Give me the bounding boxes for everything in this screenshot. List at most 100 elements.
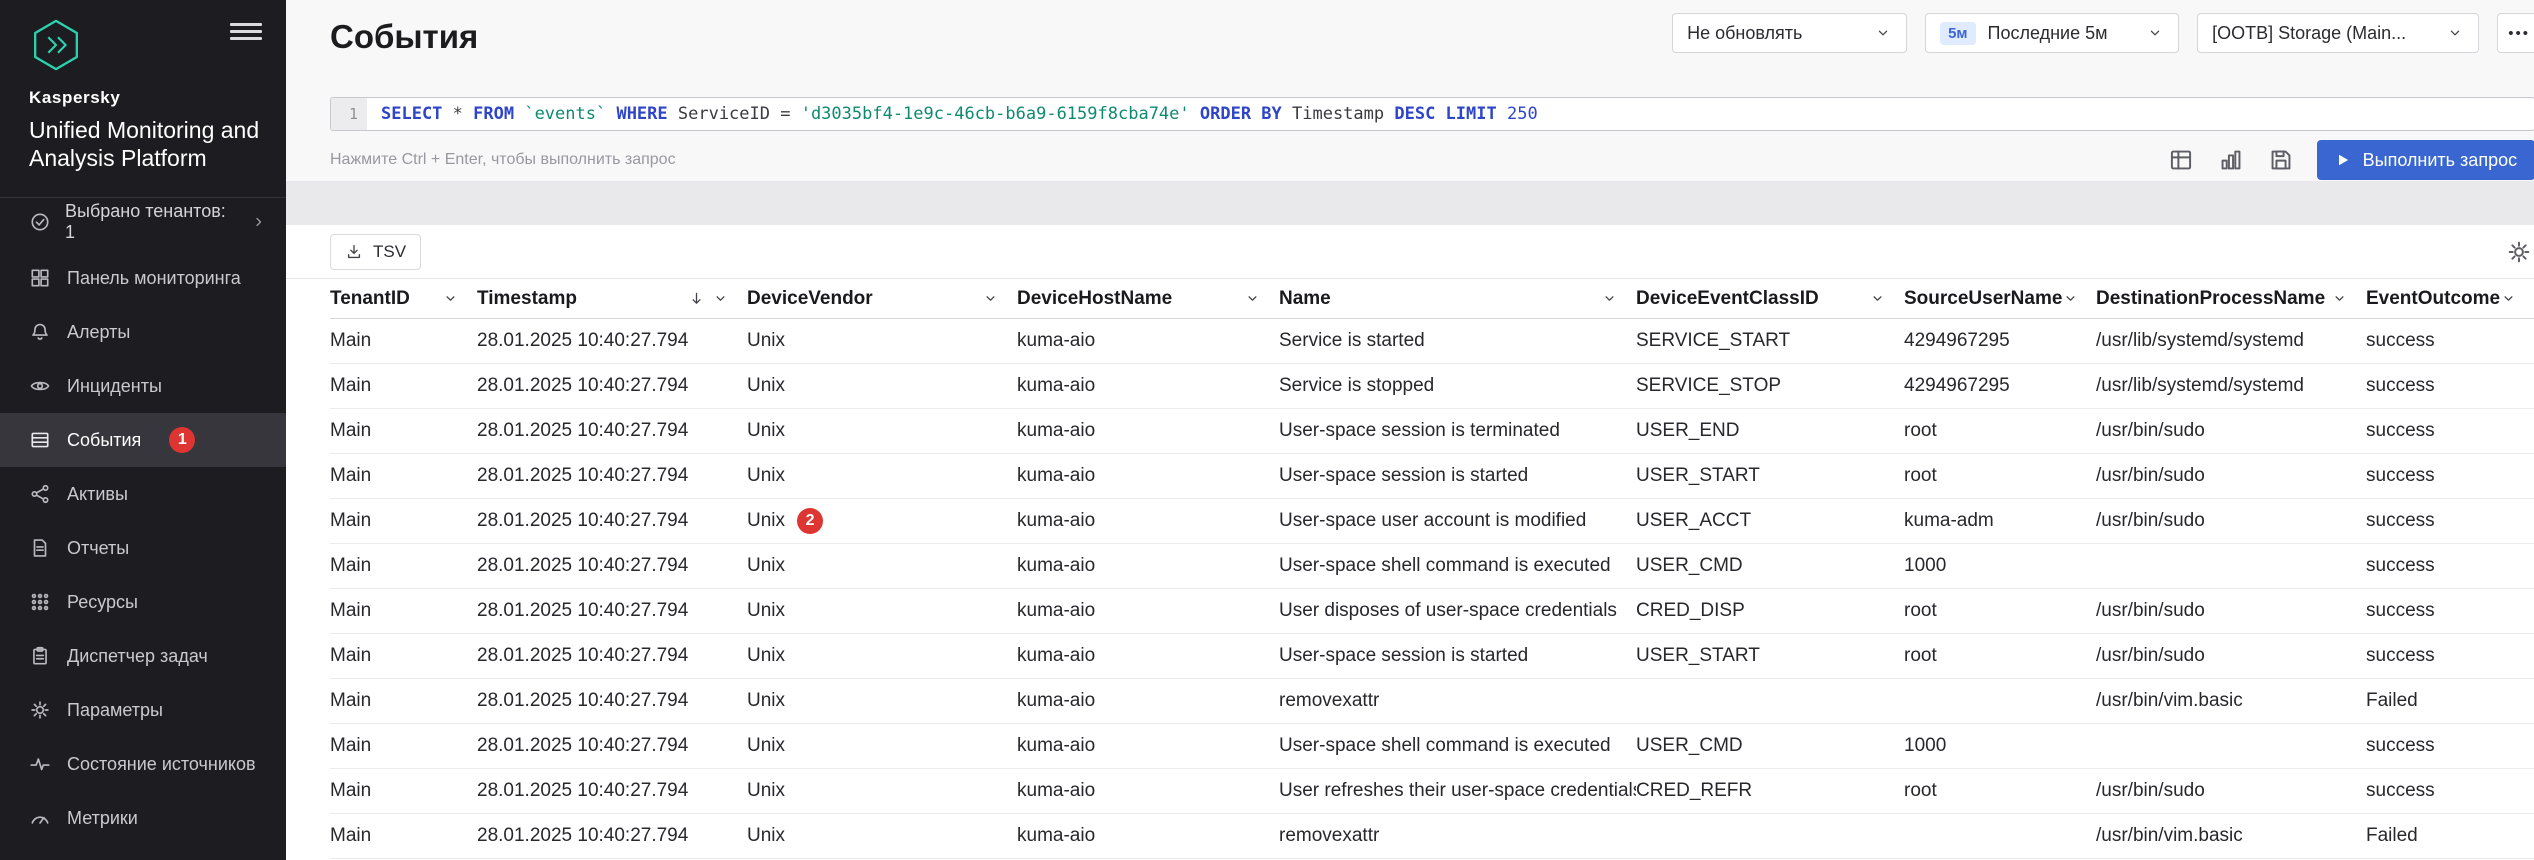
sidebar-item-label: Инциденты xyxy=(67,376,162,397)
table-row[interactable]: Main28.01.2025 10:40:27.794Unixkuma-aioS… xyxy=(330,319,2534,364)
cell-sourceusername: 1000 xyxy=(1904,735,2096,757)
sidebar-item-label: Состояние источников xyxy=(67,754,256,775)
tenant-selector[interactable]: Выбрано тенантов: 1 xyxy=(0,197,286,245)
column-header-label: DeviceEventClassID xyxy=(1636,288,1819,310)
header-controls: Не обновлять 5м Последние 5м [OOTB] Stor… xyxy=(1672,13,2534,53)
sidebar-item-events[interactable]: События1 xyxy=(0,413,286,467)
cell-text: Main xyxy=(330,555,371,577)
column-header-name[interactable]: Name xyxy=(1279,288,1636,310)
tenant-selector-label: Выбрано тенантов: 1 xyxy=(65,201,236,243)
cell-text: 28.01.2025 10:40:27.794 xyxy=(477,375,688,397)
events-icon xyxy=(29,429,51,451)
table-row[interactable]: Main28.01.2025 10:40:27.794Unixkuma-aioU… xyxy=(330,634,2534,679)
cell-eventoutcome: success xyxy=(2366,600,2534,622)
cell-name: User-space session is started xyxy=(1279,465,1636,487)
cell-devicevendor: Unix xyxy=(747,555,1017,577)
cell-text: Unix xyxy=(747,375,785,397)
hamburger-menu-button[interactable] xyxy=(230,18,262,44)
more-options-button[interactable]: ••• xyxy=(2497,13,2534,53)
sidebar-item-settings[interactable]: Параметры xyxy=(0,683,286,737)
cell-timestamp: 28.01.2025 10:40:27.794 xyxy=(477,510,747,532)
cell-eventoutcome: success xyxy=(2366,330,2534,352)
cell-text: Unix xyxy=(747,690,785,712)
gear-icon xyxy=(2506,239,2532,265)
column-header-icons xyxy=(2062,290,2079,307)
chevron-down-icon xyxy=(2146,24,2164,42)
sidebar-item-task-manager[interactable]: Диспетчер задач xyxy=(0,629,286,683)
reports-icon xyxy=(29,537,51,559)
sidebar-item-source-status[interactable]: Состояние источников xyxy=(0,737,286,791)
column-header-destinationprocessname[interactable]: DestinationProcessName xyxy=(2096,288,2366,310)
cell-deviceeventclassid: USER_ACCT xyxy=(1636,510,1904,532)
save-query-button[interactable] xyxy=(2267,146,2295,174)
cell-devicevendor: Unix xyxy=(747,825,1017,847)
table-row[interactable]: Main28.01.2025 10:40:27.794Unixkuma-aioU… xyxy=(330,409,2534,454)
cell-name: User-space session is started xyxy=(1279,645,1636,667)
cell-text: 1000 xyxy=(1904,555,1946,577)
sidebar-item-metrics[interactable]: Метрики xyxy=(0,791,286,845)
cell-text: /usr/bin/sudo xyxy=(2096,780,2205,802)
period-badge: 5м xyxy=(1940,22,1975,45)
cell-timestamp: 28.01.2025 10:40:27.794 xyxy=(477,645,747,667)
sidebar-item-dashboard[interactable]: Панель мониторинга xyxy=(0,251,286,305)
export-tsv-button[interactable]: TSV xyxy=(330,234,421,270)
table-row[interactable]: Main28.01.2025 10:40:27.794Unixkuma-aioU… xyxy=(330,724,2534,769)
sidebar: Kaspersky Unified Monitoring and Analysi… xyxy=(0,0,286,860)
cell-destinationprocessname: /usr/bin/vim.basic xyxy=(2096,690,2366,712)
column-header-devicehostname[interactable]: DeviceHostName xyxy=(1017,288,1279,310)
cell-text: root xyxy=(1904,780,1937,802)
sidebar-item-reports[interactable]: Отчеты xyxy=(0,521,286,575)
table-row[interactable]: Main28.01.2025 10:40:27.794Unixkuma-aior… xyxy=(330,679,2534,724)
cell-tenantid: Main xyxy=(330,735,477,757)
sidebar-item-label: Диспетчер задач xyxy=(67,646,208,667)
sql-query-text: SELECT * FROM `events` WHERE ServiceID =… xyxy=(367,98,1538,130)
column-header-deviceeventclassid[interactable]: DeviceEventClassID xyxy=(1636,288,1904,310)
period-select[interactable]: 5м Последние 5м xyxy=(1925,13,2179,53)
cell-deviceeventclassid: CRED_DISP xyxy=(1636,600,1904,622)
column-header-icons xyxy=(2500,290,2517,307)
column-header-eventoutcome[interactable]: EventOutcome xyxy=(2366,288,2534,310)
storage-select[interactable]: [OOTB] Storage (Main... xyxy=(2197,13,2479,53)
cell-eventoutcome: success xyxy=(2366,780,2534,802)
cell-text: /usr/bin/sudo xyxy=(2096,510,2205,532)
download-icon xyxy=(345,243,363,261)
cell-text: success xyxy=(2366,330,2435,352)
cell-text: Main xyxy=(330,600,371,622)
table-row[interactable]: Main28.01.2025 10:40:27.794Unixkuma-aioU… xyxy=(330,769,2534,814)
pivot-table-button[interactable] xyxy=(2167,146,2195,174)
refresh-select[interactable]: Не обновлять xyxy=(1672,13,1907,53)
cell-deviceeventclassid: USER_START xyxy=(1636,645,1904,667)
table-row[interactable]: Main28.01.2025 10:40:27.794Unixkuma-aior… xyxy=(330,814,2534,859)
column-header-devicevendor[interactable]: DeviceVendor xyxy=(747,288,1017,310)
table-row[interactable]: Main28.01.2025 10:40:27.794Unixkuma-aioU… xyxy=(330,589,2534,634)
column-header-tenantid[interactable]: TenantID xyxy=(330,288,477,310)
sidebar-item-alerts[interactable]: Алерты xyxy=(0,305,286,359)
column-header-timestamp[interactable]: Timestamp xyxy=(477,288,747,310)
sidebar-item-incidents[interactable]: Инциденты xyxy=(0,359,286,413)
cell-timestamp: 28.01.2025 10:40:27.794 xyxy=(477,375,747,397)
sidebar-item-assets[interactable]: Активы xyxy=(0,467,286,521)
chevron-down-icon xyxy=(442,290,459,307)
column-header-sourceusername[interactable]: SourceUserName xyxy=(1904,288,2096,310)
table-row[interactable]: Main28.01.2025 10:40:27.794Unixkuma-aioU… xyxy=(330,544,2534,589)
cell-text: Main xyxy=(330,330,371,352)
sidebar-item-resources[interactable]: Ресурсы xyxy=(0,575,286,629)
table-row[interactable]: Main28.01.2025 10:40:27.794Unixkuma-aioU… xyxy=(330,454,2534,499)
cell-text: root xyxy=(1904,645,1937,667)
column-header-label: Name xyxy=(1279,288,1331,310)
cell-destinationprocessname: /usr/lib/systemd/systemd xyxy=(2096,375,2366,397)
chevron-down-icon xyxy=(1601,290,1618,307)
cell-text: Failed xyxy=(2366,690,2418,712)
cell-text: kuma-aio xyxy=(1017,330,1095,352)
callout-badge: 2 xyxy=(797,508,823,534)
chevron-down-icon xyxy=(1244,290,1261,307)
sidebar-nav: Панель мониторингаАлерты Инциденты События… xyxy=(0,251,286,845)
sql-query-input[interactable]: 1 SELECT * FROM `events` WHERE ServiceID… xyxy=(330,97,2534,131)
run-query-button[interactable]: Выполнить запрос xyxy=(2317,140,2534,180)
table-row[interactable]: Main28.01.2025 10:40:27.794Unix2kuma-aio… xyxy=(330,499,2534,544)
table-settings-button[interactable] xyxy=(2503,236,2534,268)
cell-text: /usr/bin/sudo xyxy=(2096,645,2205,667)
table-row[interactable]: Main28.01.2025 10:40:27.794Unixkuma-aioS… xyxy=(330,364,2534,409)
histogram-button[interactable] xyxy=(2217,146,2245,174)
sql-token: 'd3035bf4-1e9c-46cb-b6a9-6159f8cba74e' xyxy=(801,104,1190,124)
